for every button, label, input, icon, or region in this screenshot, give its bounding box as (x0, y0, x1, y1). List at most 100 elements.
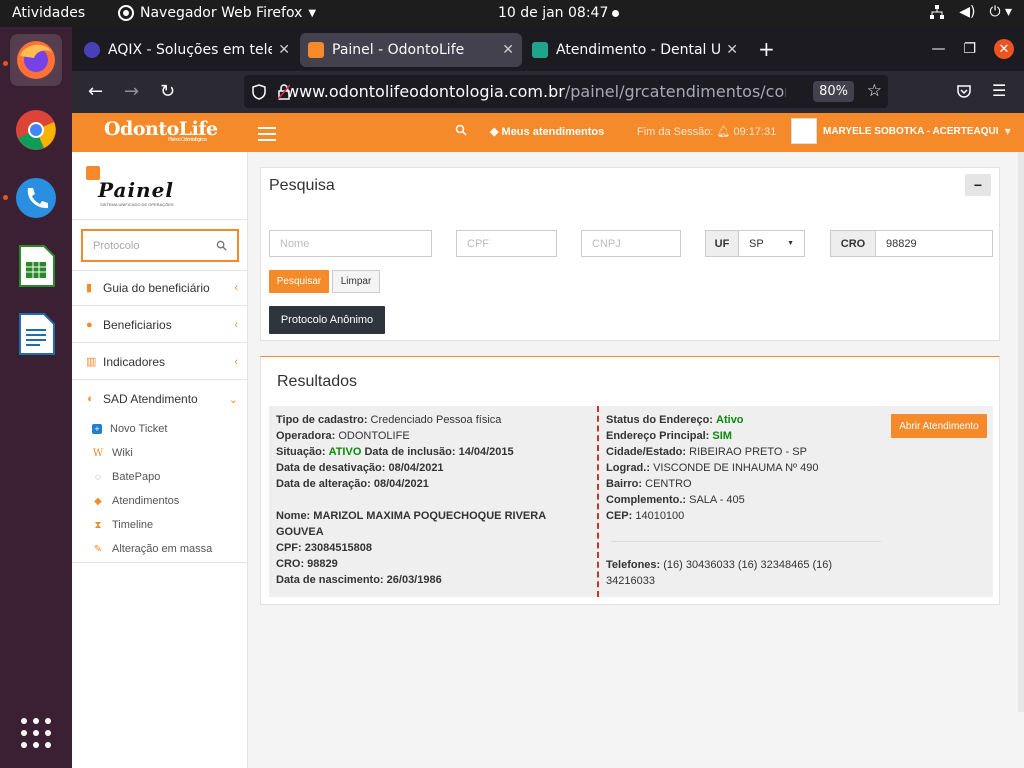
calc-dock-icon[interactable] (10, 240, 62, 292)
protocolo-placeholder: Protocolo (93, 239, 140, 252)
pesquisar-button[interactable]: Pesquisar (269, 270, 329, 293)
protocolo-search-input[interactable]: Protocolo (81, 229, 239, 262)
tab-aqix[interactable]: AQIX - Soluções em telefonia ✕ (76, 33, 298, 67)
system-top-bar: Atividades Navegador Web Firefox ▼ 10 de… (0, 0, 1024, 27)
app-menu-label: Navegador Web Firefox (140, 5, 303, 21)
status-endereco-row: Status do Endereço: Ativo (606, 414, 744, 426)
new-tab-button[interactable]: + (758, 37, 775, 61)
bookmark-star-icon[interactable]: ☆ (867, 81, 882, 101)
tab-bar: AQIX - Soluções em telefonia ✕ Painel - … (72, 27, 1024, 71)
cpf-row: CPF: 23084515808 (276, 542, 373, 554)
window-close-icon[interactable]: ✕ (994, 39, 1014, 59)
close-icon[interactable]: ✕ (502, 42, 514, 58)
chevron-left-icon: ‹ (234, 281, 238, 294)
apps-grid-icon[interactable] (10, 707, 62, 759)
cpf-field[interactable]: CPF (456, 230, 557, 257)
forward-icon[interactable]: → (124, 81, 139, 102)
odontolife-logo[interactable]: OdontoLife Planos Odontológicos (104, 118, 218, 143)
cpf-placeholder: CPF (467, 237, 489, 250)
uf-select[interactable]: SP ▼ (738, 230, 805, 257)
power-icon: ⏻ ▾ (989, 4, 1012, 20)
hourglass-icon: ⧗ (94, 519, 102, 531)
system-tray[interactable]: ◀) ⏻ ▾ (929, 4, 1012, 20)
session-time: 09:17:31 (733, 126, 777, 138)
limpar-button[interactable]: Limpar (332, 270, 380, 293)
protocolo-anonimo-button[interactable]: Protocolo Anônimo (269, 306, 385, 334)
window-controls: — ❐ ✕ (931, 39, 1014, 59)
bell-icon: 🔔︎ (716, 126, 731, 138)
endereco-principal-row: Endereço Principal: SIM (606, 430, 732, 442)
sidebar-item-guia[interactable]: ▮ Guia do beneficiário ‹ (72, 270, 248, 306)
app-menu[interactable]: Navegador Web Firefox ▼ (118, 5, 316, 21)
pesquisa-title: Pesquisa (269, 177, 335, 194)
pesquisa-panel: Pesquisa − Nome CPF CNPJ UF SP ▼ CRO 988… (260, 167, 1000, 341)
status-badge: ATIVO (328, 446, 362, 458)
sidebar-subitem-timeline[interactable]: ⧗ Timeline (92, 519, 153, 531)
close-icon[interactable]: ✕ (278, 42, 290, 58)
nascimento-row: Data de nascimento: 26/03/1986 (276, 574, 442, 586)
bairro-row: Bairro: CENTRO (606, 478, 692, 490)
sidebar-subitem-novo-ticket[interactable]: + Novo Ticket (92, 423, 167, 435)
avatar (791, 118, 817, 144)
maximize-icon[interactable]: ❐ (963, 41, 976, 57)
painel-logo-subtitle: SISTEMA UNIFICADO DE OPERAÇÕES (100, 202, 174, 207)
pencil-icon: ✎ (93, 543, 103, 555)
url-text[interactable]: www.odontolifeodontologia.com.br/painel/… (286, 82, 786, 101)
nome-row: Nome: MARIZOL MAXIMA POQUECHOQUE RIVERA (276, 510, 547, 522)
tab-painel[interactable]: Painel - OdontoLife ✕ (300, 33, 522, 67)
reload-icon[interactable]: ↻ (160, 81, 175, 102)
menu-icon[interactable]: ☰ (992, 81, 1006, 100)
telefones-row-continued: 34216033 (606, 575, 655, 587)
pocket-icon[interactable] (956, 84, 972, 100)
firefox-window: AQIX - Soluções em telefonia ✕ Painel - … (72, 27, 1024, 768)
network-icon (930, 5, 945, 19)
abrir-atendimento-button[interactable]: Abrir Atendimento (891, 414, 987, 438)
sidebar-subitem-label: Wiki (112, 447, 133, 459)
close-icon[interactable]: ✕ (726, 42, 738, 58)
cnpj-field[interactable]: CNPJ (581, 230, 681, 257)
cro-field[interactable]: 98829 (875, 230, 993, 257)
uf-selected-value: SP (749, 237, 764, 250)
sidebar-subitem-batepapo[interactable]: ◌ BatePapo (92, 471, 160, 483)
url-bar[interactable]: www.odontolifeodontologia.com.br/painel/… (244, 75, 888, 108)
search-icon[interactable] (216, 240, 227, 251)
hamburger-menu-icon[interactable] (258, 127, 276, 145)
aqix-favicon (84, 42, 100, 58)
lock-icon[interactable] (278, 84, 290, 100)
shield-icon[interactable] (252, 84, 266, 100)
search-icon[interactable] (455, 124, 467, 139)
sidebar-item-sad-atendimento[interactable]: ◖ SAD Atendimento ⌄ (72, 381, 248, 417)
collapse-button[interactable]: − (965, 174, 991, 196)
phone-dock-icon[interactable] (10, 172, 62, 224)
chrome-dock-icon[interactable] (10, 104, 62, 156)
sidebar-subitem-wiki[interactable]: W Wiki (92, 447, 133, 459)
back-icon[interactable]: ← (88, 81, 103, 102)
cep-row: CEP: 14010100 (606, 510, 685, 522)
dental-uni-favicon (532, 42, 548, 58)
nome-field[interactable]: Nome (269, 230, 432, 257)
firefox-dock-icon[interactable] (10, 34, 62, 86)
sidebar-item-indicadores[interactable]: ▥ Indicadores ‹ (72, 344, 248, 380)
resultados-title: Resultados (277, 373, 358, 390)
clock[interactable]: 10 de jan 08:47 (498, 5, 608, 21)
sidebar-subitem-atendimentos[interactable]: ◆ Atendimentos (92, 495, 179, 507)
divider (611, 541, 881, 542)
activities-button[interactable]: Atividades (12, 5, 85, 21)
sidebar-item-beneficiarios[interactable]: ● Beneficiarios ‹ (72, 307, 248, 343)
zoom-indicator[interactable]: 80% (813, 81, 854, 102)
writer-dock-icon[interactable] (10, 308, 62, 360)
page-scrollbar[interactable] (1018, 152, 1024, 712)
minimize-icon[interactable]: — (931, 41, 945, 57)
odontolife-favicon (308, 42, 324, 58)
nome-row-continued: GOUVEA (276, 526, 324, 538)
sidebar-subitem-alteracao-massa[interactable]: ✎ Alteração em massa (92, 543, 212, 555)
url-path: /painel/grcatendimentos/consulta/i (564, 82, 786, 101)
tab-dental-uni[interactable]: Atendimento - Dental Uni ✕ (524, 33, 746, 67)
meus-atendimentos-link[interactable]: ◆ Meus atendimentos (490, 125, 604, 138)
user-menu[interactable]: MARYELE SOBOTKA - ACERTEAQUI ▼ (791, 118, 1011, 144)
session-timer: Fim da Sessão: 🔔︎ 09:17:31 (637, 125, 776, 138)
tab-title: Painel - OdontoLife (332, 42, 465, 58)
nav-bar: ← → ↻ www.odontolifeodontologia.com.br/p… (72, 71, 1024, 113)
sidebar-subitem-label: BatePapo (112, 471, 161, 483)
result-right-column: Status do Endereço: Ativo Endereço Princ… (606, 412, 856, 589)
